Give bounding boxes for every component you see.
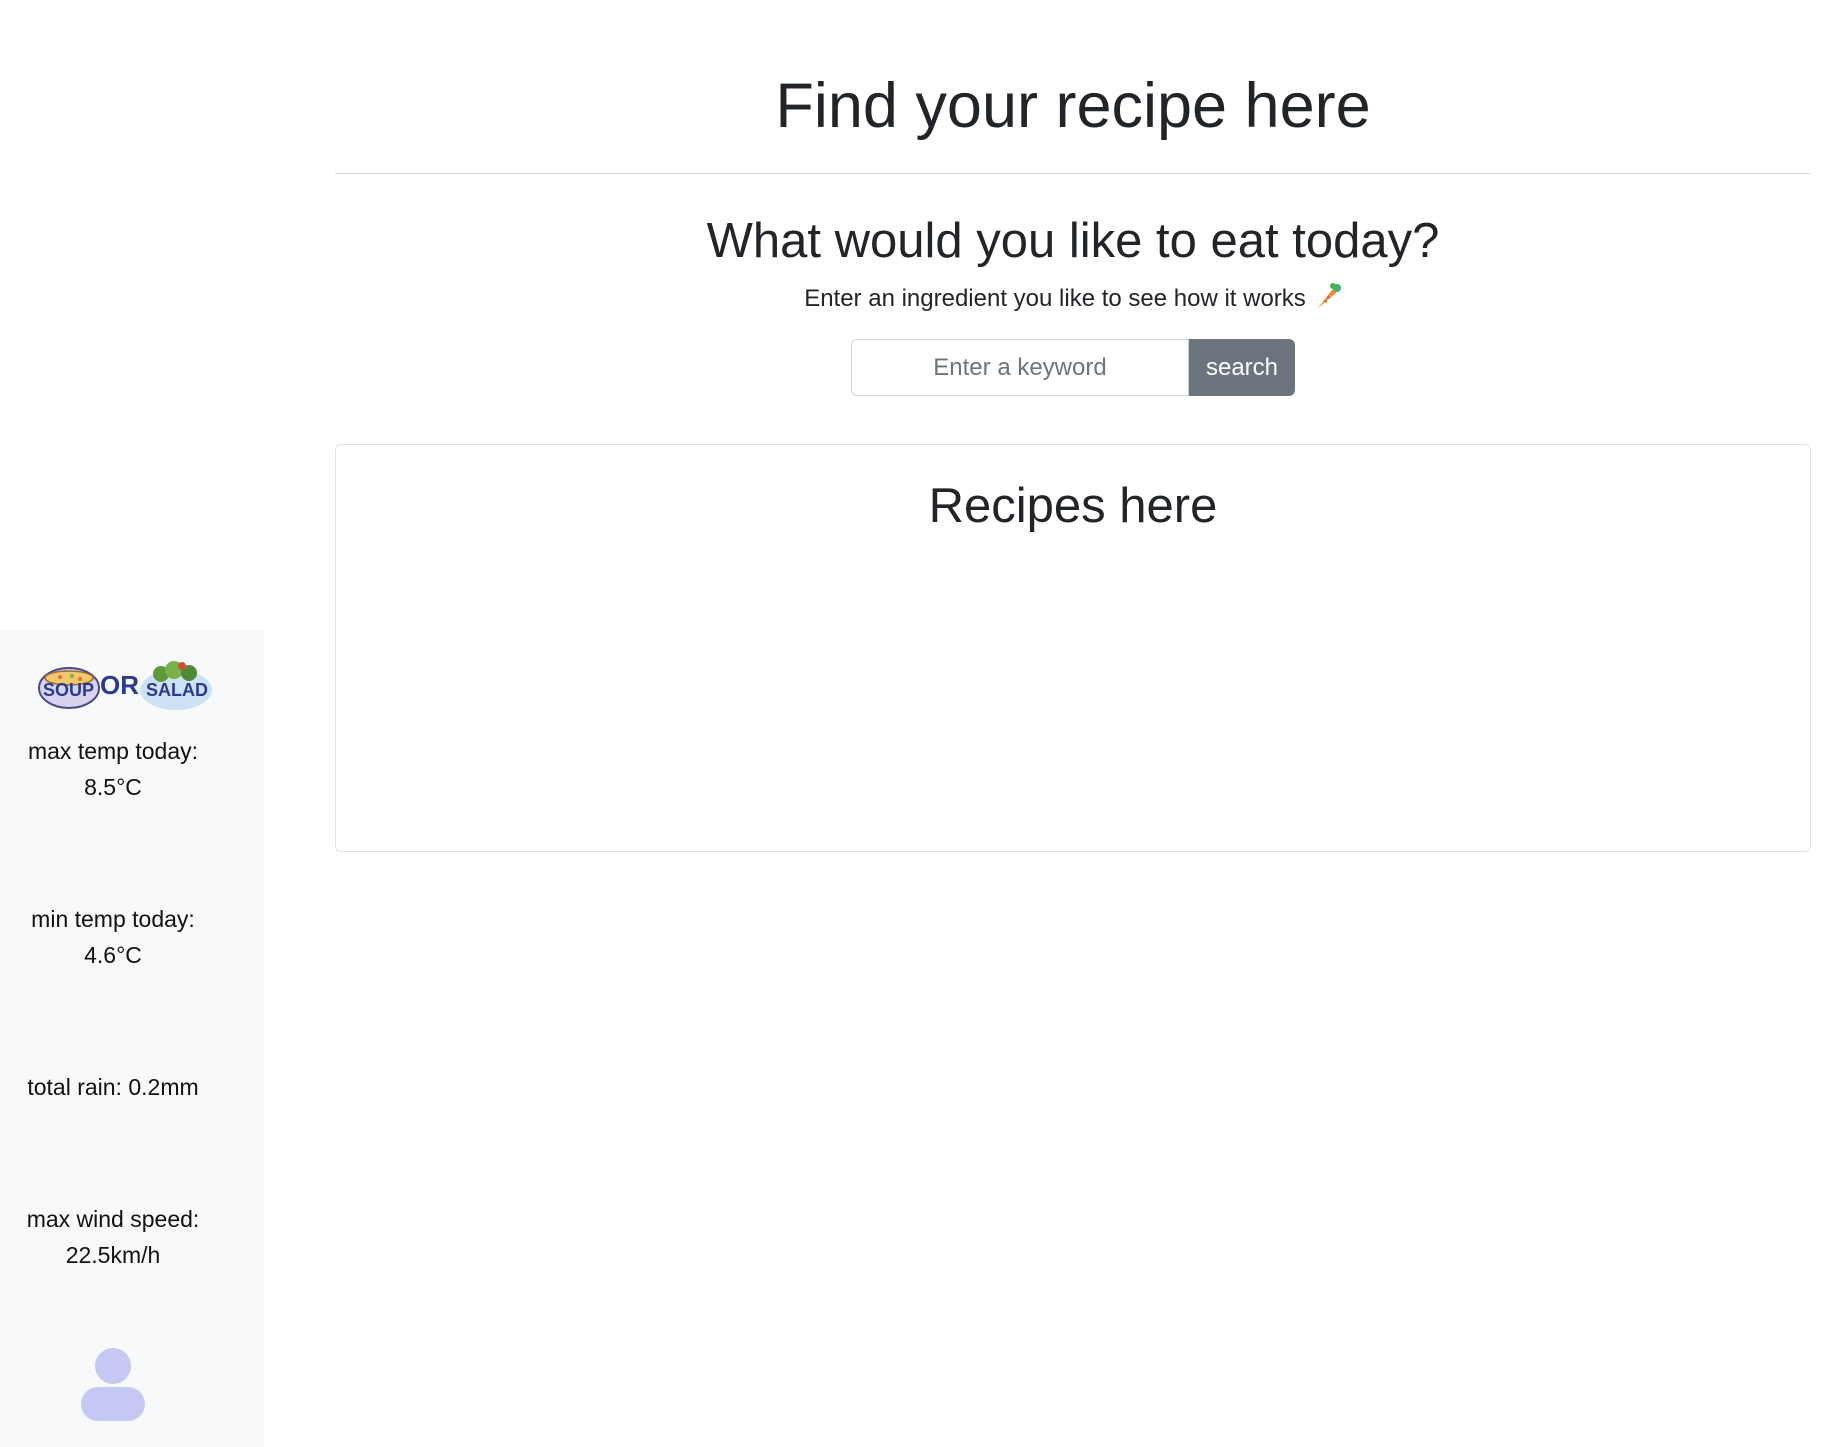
subtitle: What would you like to eat today? (706, 214, 1440, 268)
total-rain-block: total rain: 0.2mm (0, 1069, 226, 1105)
recipes-card: Recipes here (335, 444, 1811, 852)
max-temp-value: 8.5°C (84, 774, 142, 800)
svg-text:SALAD: SALAD (146, 680, 208, 700)
soup-or-salad-logo[interactable]: SOUP OR SALAD (36, 660, 214, 714)
user-icon[interactable] (80, 1347, 146, 1421)
svg-text:SOUP: SOUP (43, 680, 94, 700)
search-form: search (851, 339, 1295, 396)
max-wind-label: max wind speed: (26, 1206, 200, 1232)
weather-sidebar: SOUP OR SALAD max temp today: 8.5°C min … (0, 629, 264, 1447)
page-title: Find your recipe here (775, 71, 1371, 141)
recipes-title: Recipes here (928, 479, 1218, 533)
max-wind-block: max wind speed: 22.5km/h (0, 1201, 226, 1273)
page: SOUP OR SALAD max temp today: 8.5°C min … (0, 0, 1848, 1447)
hint-label: Enter an ingredient you like to see how … (804, 285, 1306, 312)
max-temp-label: max temp today: (27, 738, 199, 764)
max-wind-value: 22.5km/h (65, 1242, 161, 1268)
search-input[interactable] (851, 339, 1189, 396)
search-button[interactable]: search (1189, 339, 1295, 396)
min-temp-label: min temp today: (31, 906, 195, 932)
svg-text:OR: OR (100, 670, 139, 700)
hint-text: Enter an ingredient you like to see how … (335, 282, 1811, 316)
title-divider (335, 173, 1811, 174)
max-temp-block: max temp today: 8.5°C (0, 733, 226, 805)
carrot-icon (1317, 283, 1341, 308)
min-temp-block: min temp today: 4.6°C (0, 901, 226, 973)
min-temp-value: 4.6°C (84, 942, 142, 968)
total-rain-label: total rain: 0.2mm (27, 1074, 199, 1100)
